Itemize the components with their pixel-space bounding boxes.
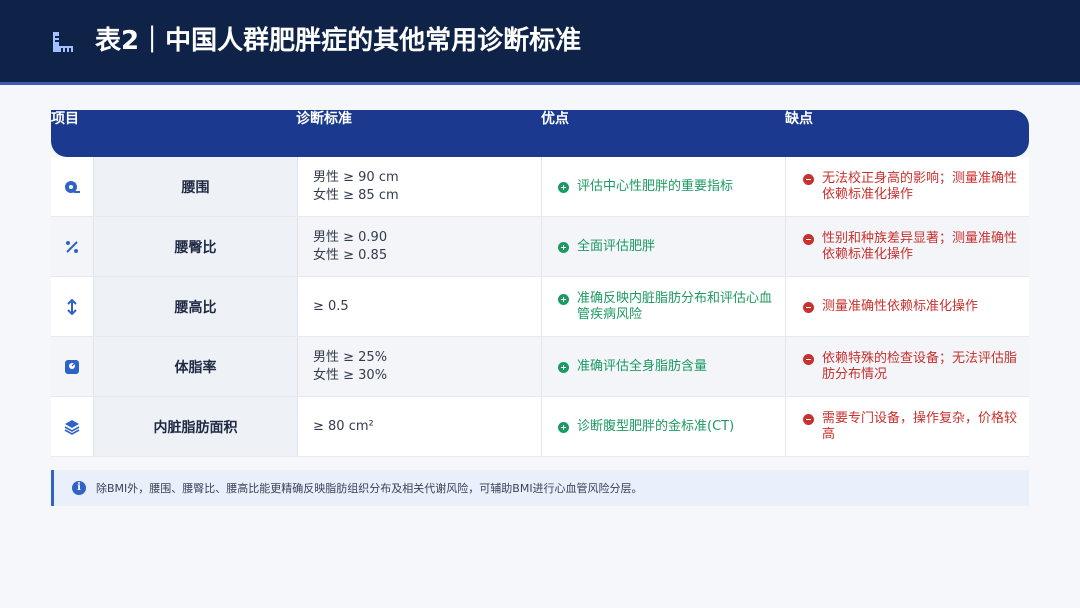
criteria-cell: ≥ 80 cm² [313,397,538,456]
criteria-line: 男性 ≥ 0.90 [313,229,388,245]
plus-circle-icon [558,181,569,193]
plus-circle-icon [558,241,569,253]
row-icon-cell [51,217,93,276]
table-row: 内脏脂肪面积 ≥ 80 cm² 诊断腹型肥胖的金标准(CT) 需要专门设备，操作… [51,397,1029,457]
con-text: 性别和种族差异显著；测量准确性依赖标准化操作 [822,230,1018,262]
con-text: 依赖特殊的检查设备；无法评估脂肪分布情况 [822,350,1018,382]
item-name: 体脂率 [93,337,298,396]
criteria-line: 女性 ≥ 30% [313,367,388,383]
plus-circle-icon [558,421,569,433]
con-text: 无法校正身高的影响；测量准确性依赖标准化操作 [822,170,1018,202]
ruler-icon [53,32,73,52]
table-row: 腰围 男性 ≥ 90 cm 女性 ≥ 85 cm 评估中心性肥胖的重要指标 无法… [51,157,1029,217]
criteria-line: 女性 ≥ 85 cm [313,187,399,203]
row-icon-cell [51,397,93,456]
layers-icon [64,419,80,435]
row-icon-cell [51,157,93,216]
pro-cell: 诊断腹型肥胖的金标准(CT) [541,397,787,456]
criteria-cell: 男性 ≥ 25% 女性 ≥ 30% [313,337,538,396]
pro-cell: 准确反映内脏脂肪分布和评估心血管疾病风险 [541,277,787,336]
criteria-line: 男性 ≥ 25% [313,349,388,365]
minus-circle-icon [803,413,814,425]
con-text: 测量准确性依赖标准化操作 [822,298,979,314]
con-cell: 测量准确性依赖标准化操作 [785,277,1030,336]
column-header-criteria: 诊断标准 [296,111,352,127]
row-icon-cell [51,277,93,336]
column-header-item: 项目 [51,111,79,127]
page-title: 表2｜中国人群肥胖症的其他常用诊断标准 [95,26,582,56]
con-cell: 性别和种族差异显著；测量准确性依赖标准化操作 [785,217,1030,276]
item-name: 腰臀比 [93,217,298,276]
table-row: 体脂率 男性 ≥ 25% 女性 ≥ 30% 准确评估全身脂肪含量 依赖特殊的检查… [51,337,1029,397]
column-header-cons: 缺点 [785,111,813,127]
criteria-cell: 男性 ≥ 0.90 女性 ≥ 0.85 [313,217,538,276]
criteria-cell: 男性 ≥ 90 cm 女性 ≥ 85 cm [313,157,538,216]
vertical-arrows-icon [67,298,77,315]
item-name: 腰高比 [93,277,298,336]
item-name: 腰围 [93,157,298,216]
minus-circle-icon [803,353,814,365]
title-bar: 表2｜中国人群肥胖症的其他常用诊断标准 [0,0,1080,85]
minus-circle-icon [803,173,814,185]
percent-icon [66,240,78,253]
pro-text: 诊断腹型肥胖的金标准(CT) [577,418,735,434]
table-row: 腰臀比 男性 ≥ 0.90 女性 ≥ 0.85 全面评估肥胖 性别和种族差异显著… [51,217,1029,277]
criteria-table: 项目 诊断标准 优点 缺点 腰围 男性 ≥ 90 cm 女性 ≥ 85 cm 评… [51,110,1029,457]
con-cell: 依赖特殊的检查设备；无法评估脂肪分布情况 [785,337,1030,396]
minus-circle-icon [803,233,814,245]
minus-circle-icon [803,301,814,313]
criteria-line: ≥ 0.5 [313,298,349,314]
criteria-line: ≥ 80 cm² [313,418,374,434]
table-header: 项目 诊断标准 优点 缺点 [51,110,1029,157]
row-icon-cell [51,337,93,396]
pro-text: 准确评估全身脂肪含量 [577,358,708,374]
scale-icon [65,359,79,374]
column-header-pros: 优点 [541,111,569,127]
plus-circle-icon [558,361,569,373]
criteria-line: 女性 ≥ 0.85 [313,247,388,263]
pro-text: 准确反映内脏脂肪分布和评估心血管疾病风险 [577,290,773,322]
item-name: 内脏脂肪面积 [93,397,298,456]
con-text: 需要专门设备，操作复杂，价格较高 [822,410,1018,442]
criteria-line: 男性 ≥ 90 cm [313,169,399,185]
pro-text: 全面评估肥胖 [577,238,656,254]
con-cell: 需要专门设备，操作复杂，价格较高 [785,397,1030,456]
pro-text: 评估中心性肥胖的重要指标 [577,178,734,194]
pro-cell: 评估中心性肥胖的重要指标 [541,157,787,216]
pro-cell: 准确评估全身脂肪含量 [541,337,787,396]
pro-cell: 全面评估肥胖 [541,217,787,276]
info-note: i 除BMI外，腰围、腰臀比、腰高比能更精确反映脂肪组织分布及相关代谢风险，可辅… [51,470,1029,506]
info-icon: i [72,481,86,495]
note-text: 除BMI外，腰围、腰臀比、腰高比能更精确反映脂肪组织分布及相关代谢风险，可辅助B… [96,482,643,495]
table-row: 腰高比 ≥ 0.5 准确反映内脏脂肪分布和评估心血管疾病风险 测量准确性依赖标准… [51,277,1029,337]
criteria-cell: ≥ 0.5 [313,277,538,336]
tape-measure-icon [65,180,80,193]
plus-circle-icon [558,293,569,305]
con-cell: 无法校正身高的影响；测量准确性依赖标准化操作 [785,157,1030,216]
